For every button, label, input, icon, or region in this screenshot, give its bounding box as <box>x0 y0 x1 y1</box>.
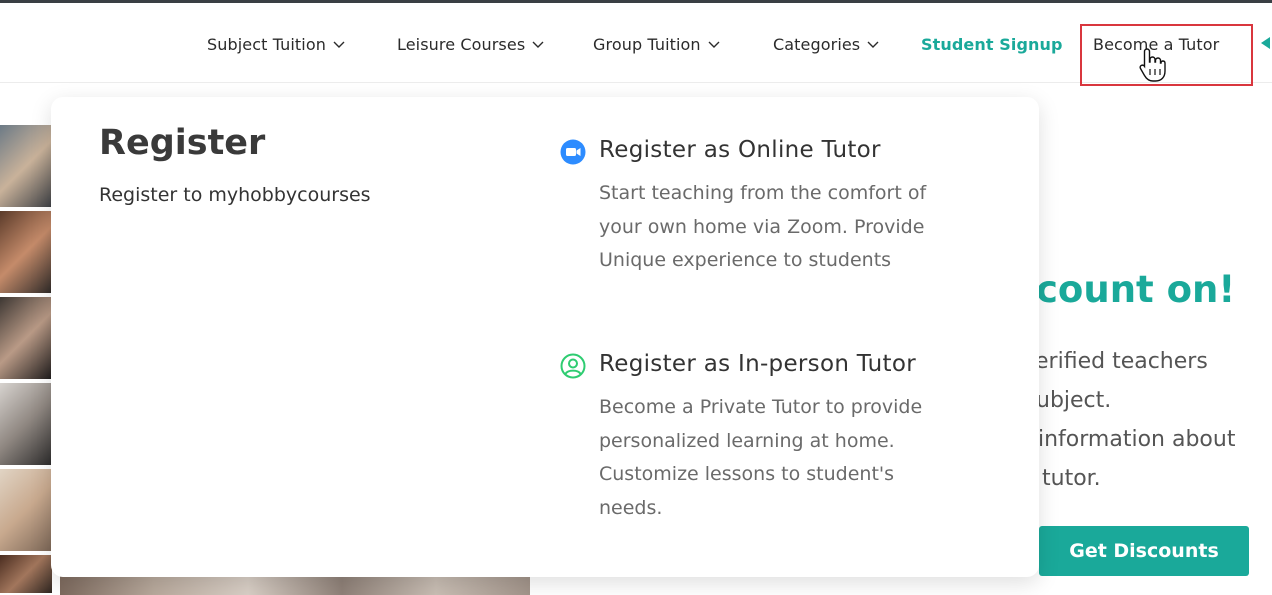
tutor-photo-strip-bottom <box>60 575 530 595</box>
nav-item-label: Subject Tuition <box>207 34 326 54</box>
background-heading: count on! <box>1036 268 1236 311</box>
background-text-line: information about <box>1038 427 1236 452</box>
register-online-tutor-link[interactable]: Register as Online Tutor <box>599 137 881 163</box>
nav-item-label: Categories <box>773 34 861 54</box>
nav-item-leisure-courses[interactable]: Leisure Courses <box>397 33 545 55</box>
chevron-down-icon <box>708 41 720 48</box>
register-online-tutor-description: Start teaching from the comfort of your … <box>599 182 927 271</box>
nav-item-subject-tuition[interactable]: Subject Tuition <box>207 33 346 55</box>
nav-item-group-tuition[interactable]: Group Tuition <box>593 33 721 55</box>
register-dropdown-panel: Register Register to myhobbycourses Regi… <box>51 97 1039 577</box>
nav-item-label: Student Signup <box>921 34 1063 54</box>
nav-item-student-signup[interactable]: Student Signup <box>921 33 1063 55</box>
chevron-down-icon <box>867 41 879 48</box>
background-text-line: verified teachers <box>1022 349 1208 374</box>
hand-cursor-icon <box>1139 48 1166 82</box>
register-subtitle: Register to myhobbycourses <box>99 184 371 206</box>
chevron-down-icon <box>333 41 345 48</box>
register-title: Register <box>99 123 266 163</box>
nav-item-label: Leisure Courses <box>397 34 526 54</box>
register-inperson-tutor-description: Become a Private Tutor to provide person… <box>599 396 923 519</box>
user-circle-icon <box>560 353 586 379</box>
nav-arrow-icon <box>1261 37 1270 49</box>
chevron-down-icon <box>532 41 544 48</box>
background-text-line: tutor. <box>1042 466 1101 491</box>
get-discounts-button[interactable]: Get Discounts <box>1039 526 1249 576</box>
background-text-line: ubject. <box>1036 388 1112 413</box>
nav-item-label: Group Tuition <box>593 34 701 54</box>
register-inperson-tutor-link[interactable]: Register as In-person Tutor <box>599 351 916 377</box>
video-camera-icon <box>560 139 586 165</box>
nav-item-categories[interactable]: Categories <box>773 33 880 55</box>
